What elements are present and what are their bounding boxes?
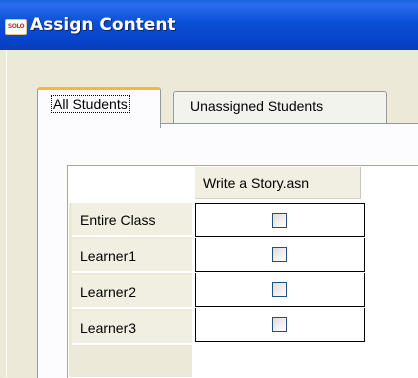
tab-unassigned-students-label: Unassigned Students <box>190 98 324 114</box>
checkbox-learner2[interactable] <box>272 282 287 297</box>
checkbox-learner1[interactable] <box>272 247 287 262</box>
grid-cell <box>195 273 365 307</box>
row-header-entire-class[interactable]: Entire Class <box>72 203 192 237</box>
checkbox-entire-class[interactable] <box>272 213 287 228</box>
grid-cell <box>195 203 365 237</box>
column-header-write-a-story[interactable]: Write a Story.asn <box>195 167 361 199</box>
window-title: Assign Content <box>30 15 176 35</box>
row-header-learner1[interactable]: Learner1 <box>72 239 192 273</box>
checkbox-learner3[interactable] <box>272 317 287 332</box>
tab-all-students[interactable]: All Students <box>37 87 161 128</box>
tab-all-students-label: All Students <box>51 95 130 113</box>
app-logo-icon[interactable]: SOLO <box>5 19 27 35</box>
row-header-learner3[interactable]: Learner3 <box>72 311 192 345</box>
title-bar[interactable]: SOLO Assign Content <box>0 0 418 50</box>
tab-unassigned-students[interactable]: Unassigned Students <box>173 91 387 125</box>
row-header-learner2[interactable]: Learner2 <box>72 275 192 309</box>
grid-cell <box>195 308 365 342</box>
grid-cell <box>195 238 365 272</box>
